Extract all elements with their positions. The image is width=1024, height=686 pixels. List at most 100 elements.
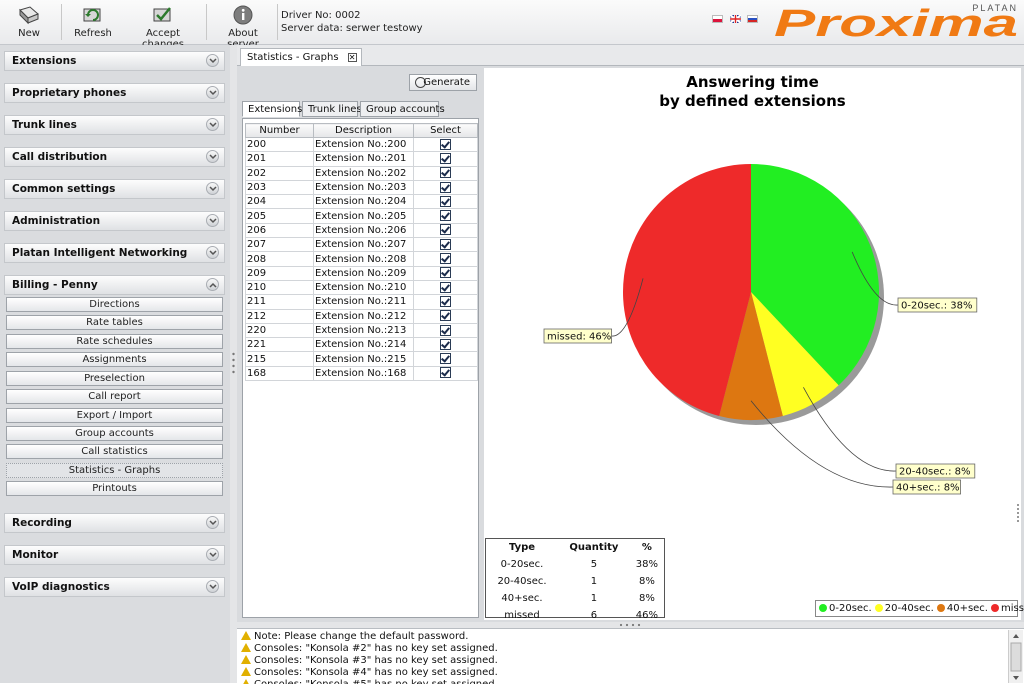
billing-item-export-import[interactable]: Export / Import [6, 408, 223, 423]
sidebar-section-billing-penny[interactable]: Billing - Penny [4, 275, 225, 295]
chevron-down-icon[interactable] [206, 86, 219, 99]
select-checkbox[interactable] [440, 152, 451, 164]
select-checkbox[interactable] [440, 224, 451, 236]
generate-button[interactable]: Generate [409, 74, 477, 91]
select-checkbox[interactable] [440, 267, 451, 279]
select-checkbox[interactable] [440, 310, 451, 322]
select-checkbox[interactable] [440, 181, 451, 193]
billing-item-call-report[interactable]: Call report [6, 389, 223, 404]
table-row[interactable]: 215 Extension No.:215 [245, 351, 478, 367]
table-row[interactable]: 200 Extension No.:200 [245, 136, 478, 153]
warning-icon [241, 655, 251, 664]
cell-number: 212 [245, 308, 314, 324]
billing-item-printouts[interactable]: Printouts [6, 481, 223, 496]
select-checkbox[interactable] [440, 324, 451, 336]
tab-trunk-lines[interactable]: Trunk lines [302, 101, 362, 117]
billing-item-statistics-graphs[interactable]: Statistics - Graphs [6, 463, 223, 478]
chevron-down-icon[interactable] [206, 150, 219, 163]
column-header-description[interactable]: Description [313, 123, 414, 138]
billing-item-call-statistics[interactable]: Call statistics [6, 444, 223, 459]
select-checkbox[interactable] [440, 353, 451, 365]
billing-item-directions[interactable]: Directions [6, 297, 223, 312]
summary-percent: 8% [638, 576, 655, 587]
billing-item-group-accounts[interactable]: Group accounts [6, 426, 223, 441]
table-row[interactable]: 202 Extension No.:202 [245, 165, 478, 181]
select-checkbox[interactable] [440, 138, 451, 150]
close-icon[interactable]: ✕ [347, 53, 357, 62]
table-row[interactable]: 210 Extension No.:210 [245, 279, 478, 296]
about-server-button[interactable]: About server [212, 2, 274, 50]
select-checkbox[interactable] [440, 281, 451, 293]
billing-item-rate-tables[interactable]: Rate tables [6, 315, 223, 330]
sidebar-section-monitor[interactable]: Monitor [4, 545, 225, 565]
accept-changes-button[interactable]: Accept changes [124, 2, 202, 50]
table-row[interactable]: 209 Extension No.:209 [245, 265, 478, 281]
sidebar-section-proprietary-phones[interactable]: Proprietary phones [4, 83, 225, 103]
chevron-up-icon[interactable] [206, 278, 219, 291]
tab-statistics-graphs[interactable]: Statistics - Graphs ✕ [240, 48, 362, 67]
log-text: Consoles: "Konsola #2" has no key set as… [254, 643, 498, 654]
chevron-down-icon[interactable] [206, 182, 219, 195]
new-button[interactable]: New [8, 2, 50, 42]
select-checkbox[interactable] [440, 295, 451, 307]
legend-swatch [936, 604, 945, 612]
table-row[interactable]: 212 Extension No.:212 [245, 308, 478, 324]
legend-label: missed [1001, 603, 1024, 614]
billing-item-assignments[interactable]: Assignments [6, 352, 223, 367]
chevron-down-icon[interactable] [206, 246, 219, 259]
sidebar-section-extensions[interactable]: Extensions [4, 51, 225, 71]
column-header-select[interactable]: Select [413, 123, 478, 138]
sidebar-section-common-settings[interactable]: Common settings [4, 179, 225, 199]
table-row[interactable]: 204 Extension No.:204 [245, 194, 478, 210]
table-row[interactable]: 168 Extension No.:168 [245, 365, 478, 382]
select-checkbox[interactable] [440, 210, 451, 222]
tab-extensions[interactable]: Extensions [242, 101, 302, 117]
sidebar-section-call-distribution[interactable]: Call distribution [4, 147, 225, 167]
sidebar-section-trunk-lines[interactable]: Trunk lines [4, 115, 225, 135]
billing-item-rate-schedules[interactable]: Rate schedules [6, 334, 223, 349]
section-label: Trunk lines [12, 119, 77, 131]
cell-number: 205 [245, 208, 314, 224]
chevron-down-icon[interactable] [206, 214, 219, 227]
table-row[interactable]: 203 Extension No.:203 [245, 179, 478, 196]
table-row[interactable]: 208 Extension No.:208 [245, 251, 478, 267]
cell-select [413, 322, 478, 339]
flag-english-icon[interactable] [729, 15, 741, 23]
refresh-label: Refresh [74, 28, 112, 39]
sidebar-splitter[interactable] [230, 45, 237, 683]
cell-description: Extension No.:215 [313, 351, 414, 367]
billing-item-preselection[interactable]: Preselection [6, 371, 223, 386]
table-row[interactable]: 220 Extension No.:213 [245, 322, 478, 339]
column-header-number[interactable]: Number [245, 123, 314, 138]
select-checkbox[interactable] [440, 367, 451, 379]
refresh-button[interactable]: Refresh [70, 2, 116, 42]
tab-group-accounts[interactable]: Group accounts [360, 101, 445, 117]
select-checkbox[interactable] [440, 253, 451, 265]
log-scrollbar[interactable] [1008, 630, 1023, 683]
flag-russian-icon[interactable] [747, 15, 758, 23]
cell-number: 204 [245, 194, 314, 210]
table-row[interactable]: 211 Extension No.:211 [245, 294, 478, 310]
table-row[interactable]: 201 Extension No.:201 [245, 151, 478, 167]
cell-select [413, 237, 478, 253]
sidebar-section-recording[interactable]: Recording [4, 513, 225, 533]
sidebar-section-platan-intelligent-networking[interactable]: Platan Intelligent Networking [4, 243, 225, 263]
table-row[interactable]: 206 Extension No.:206 [245, 222, 478, 239]
table-row[interactable]: 221 Extension No.:214 [245, 337, 478, 353]
select-checkbox[interactable] [440, 238, 451, 250]
flag-polish-icon[interactable] [712, 15, 723, 23]
chevron-down-icon[interactable] [206, 54, 219, 67]
table-row[interactable]: 205 Extension No.:205 [245, 208, 478, 224]
sidebar-section-voip-diagnostics[interactable]: VoIP diagnostics [4, 577, 225, 597]
chevron-down-icon[interactable] [206, 580, 219, 593]
select-checkbox[interactable] [440, 167, 451, 179]
select-checkbox[interactable] [440, 338, 451, 350]
select-checkbox[interactable] [440, 195, 451, 207]
sidebar-section-administration[interactable]: Administration [4, 211, 225, 231]
chevron-down-icon[interactable] [206, 548, 219, 561]
table-row[interactable]: 207 Extension No.:207 [245, 237, 478, 253]
chevron-down-icon[interactable] [206, 516, 219, 529]
server-data: Server data: serwer testowy [281, 23, 423, 34]
summary-header-percent: % [641, 542, 652, 553]
chevron-down-icon[interactable] [206, 118, 219, 131]
